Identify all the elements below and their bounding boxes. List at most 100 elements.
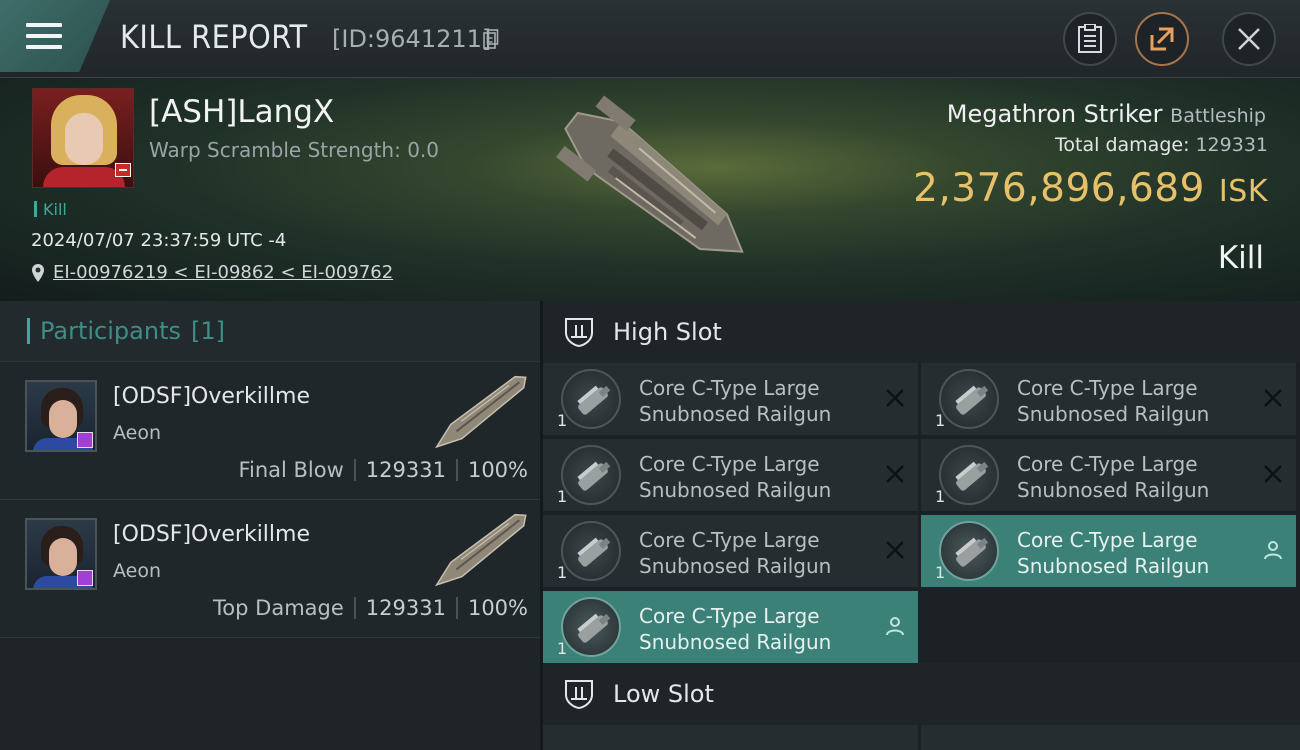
module-name-line2: Snubnosed Railgun [1017,478,1210,502]
participant-avatar[interactable] [25,518,97,590]
corp-tag-icon [77,570,93,586]
module-name: Core C-Type Large Snubnosed Railgun [639,603,831,655]
module-name-line2: Snubnosed Railgun [639,402,832,426]
share-icon [1150,27,1174,51]
module-name: Core C-Type Large Snubnosed Railgun [639,375,831,427]
low-slot-label: Low Slot [613,680,714,708]
isk-amount: 2,376,896,689 [913,166,1205,211]
railgun-icon [939,445,999,505]
participant-row[interactable]: [ODSF]Overkillme Aeon Top Damage 129331 … [0,500,540,638]
warp-scramble-strength: Warp Scramble Strength: 0.0 [149,138,440,162]
low-slot-module-partial[interactable] [543,725,918,750]
minus-badge-icon [115,163,131,177]
kill-summary: [ASH]LangX Warp Scramble Strength: 0.0 K… [0,78,1300,301]
hamburger-icon [26,23,62,49]
module-quantity: 1 [935,411,946,430]
module-item[interactable]: 1 Core C-Type Large Snubnosed Railgun [921,515,1296,587]
module-name-line1: Core C-Type Large [639,376,820,400]
module-name-line1: Core C-Type Large [1017,452,1198,476]
corp-tag-icon [77,432,93,448]
fitting-panel: High Slot 1 Core C-Type Large Snubnosed Ra… [543,301,1300,750]
participant-stats: Top Damage 129331 100% [213,596,528,620]
module-name-line1: Core C-Type Large [639,528,820,552]
kill-datetime: 2024/07/07 23:37:59 UTC -4 [31,230,287,251]
module-quantity: 1 [557,411,568,430]
victim-avatar[interactable] [32,88,134,188]
participant-damage: 129331 [365,596,446,620]
participant-corp: Aeon [113,422,162,444]
close-icon [1264,389,1282,407]
page-title: KILL REPORT [120,18,308,56]
victim-name[interactable]: [ASH]LangX [149,94,334,130]
location-path[interactable]: EI-00976219 < EI-09862 < EI-009762 [53,262,393,283]
share-button[interactable] [1135,12,1189,66]
module-item[interactable]: 1 Core C-Type Large Snubnosed Railgun [543,439,918,511]
railgun-icon [939,369,999,429]
participant-percent: 100% [467,596,528,620]
participant-name: [ODSF]Overkillme [113,522,311,547]
clipboard-icon [1078,24,1102,53]
ship-type: Megathron Striker [946,100,1163,128]
module-quantity: 1 [935,563,946,582]
participant-row[interactable]: [ODSF]Overkillme Aeon Final Blow 129331 … [0,362,540,500]
module-name: Core C-Type Large Snubnosed Railgun [639,527,831,579]
participant-stats: Final Blow 129331 100% [238,458,528,482]
kill-tag: Kill [34,200,67,219]
ship-image [556,95,744,253]
participant-ship-icon [434,375,527,449]
participant-damage: 129331 [365,458,446,482]
top-bar: KILL REPORT [ID:9641211] [0,0,1300,78]
participant-ship-icon [434,513,527,587]
clipboard-button[interactable] [1063,12,1117,66]
module-item[interactable]: 1 Core C-Type Large Snubnosed Railgun [543,515,918,587]
module-item[interactable]: 1 Core C-Type Large Snubnosed Railgun [921,439,1296,511]
isk-value: 2,376,896,689 ISK [913,166,1268,211]
participant-role: Top Damage [213,596,344,620]
module-name-line2: Snubnosed Railgun [639,554,832,578]
participant-corp: Aeon [113,560,162,582]
high-slot-header: High Slot [543,301,1300,363]
close-icon [886,465,904,483]
participant-avatar[interactable] [25,380,97,452]
railgun-icon [561,445,621,505]
module-name-line2: Snubnosed Railgun [639,630,832,654]
low-slot-icon [565,680,593,710]
ship-name[interactable]: Megathron Striker Battleship [947,100,1266,128]
high-slot-icon [565,318,593,348]
module-name-line1: Core C-Type Large [639,452,820,476]
module-item[interactable]: 1 Core C-Type Large Snubnosed Railgun [543,591,918,663]
railgun-icon [561,369,621,429]
close-icon [886,389,904,407]
participants-count: [1] [190,317,225,345]
person-icon [886,617,904,636]
close-icon [1264,465,1282,483]
high-slot-label: High Slot [613,318,722,346]
isk-unit: ISK [1218,174,1268,209]
copy-icon[interactable] [483,29,499,49]
kill-location[interactable]: EI-00976219 < EI-09862 < EI-009762 [31,262,393,283]
person-icon [1264,541,1282,560]
participant-role: Final Blow [238,458,344,482]
participants-header: Participants [1] [0,301,540,362]
module-item[interactable]: 1 Core C-Type Large Snubnosed Railgun [921,363,1296,435]
module-name: Core C-Type Large Snubnosed Railgun [1017,527,1209,579]
module-quantity: 1 [935,487,946,506]
module-quantity: 1 [557,563,568,582]
total-damage-value: 129331 [1195,134,1268,156]
module-name-line1: Core C-Type Large [639,604,820,628]
railgun-icon [561,521,621,581]
close-button[interactable] [1222,12,1276,66]
ship-class: Battleship [1170,105,1266,127]
participant-name: [ODSF]Overkillme [113,384,311,409]
menu-button[interactable] [0,0,110,72]
participants-label: Participants [40,317,181,345]
module-item[interactable]: 1 Core C-Type Large Snubnosed Railgun [543,363,918,435]
low-slot-module-partial[interactable] [921,725,1300,750]
module-name-line2: Snubnosed Railgun [1017,402,1210,426]
module-name-line1: Core C-Type Large [1017,376,1198,400]
module-name-line1: Core C-Type Large [1017,528,1198,552]
participants-panel: Participants [1] [ODSF]Overkillme Aeon F… [0,301,540,750]
total-damage: Total damage: 129331 [1055,134,1268,156]
report-id: [ID:9641211] [332,25,492,53]
low-slot-header: Low Slot [543,663,1300,725]
